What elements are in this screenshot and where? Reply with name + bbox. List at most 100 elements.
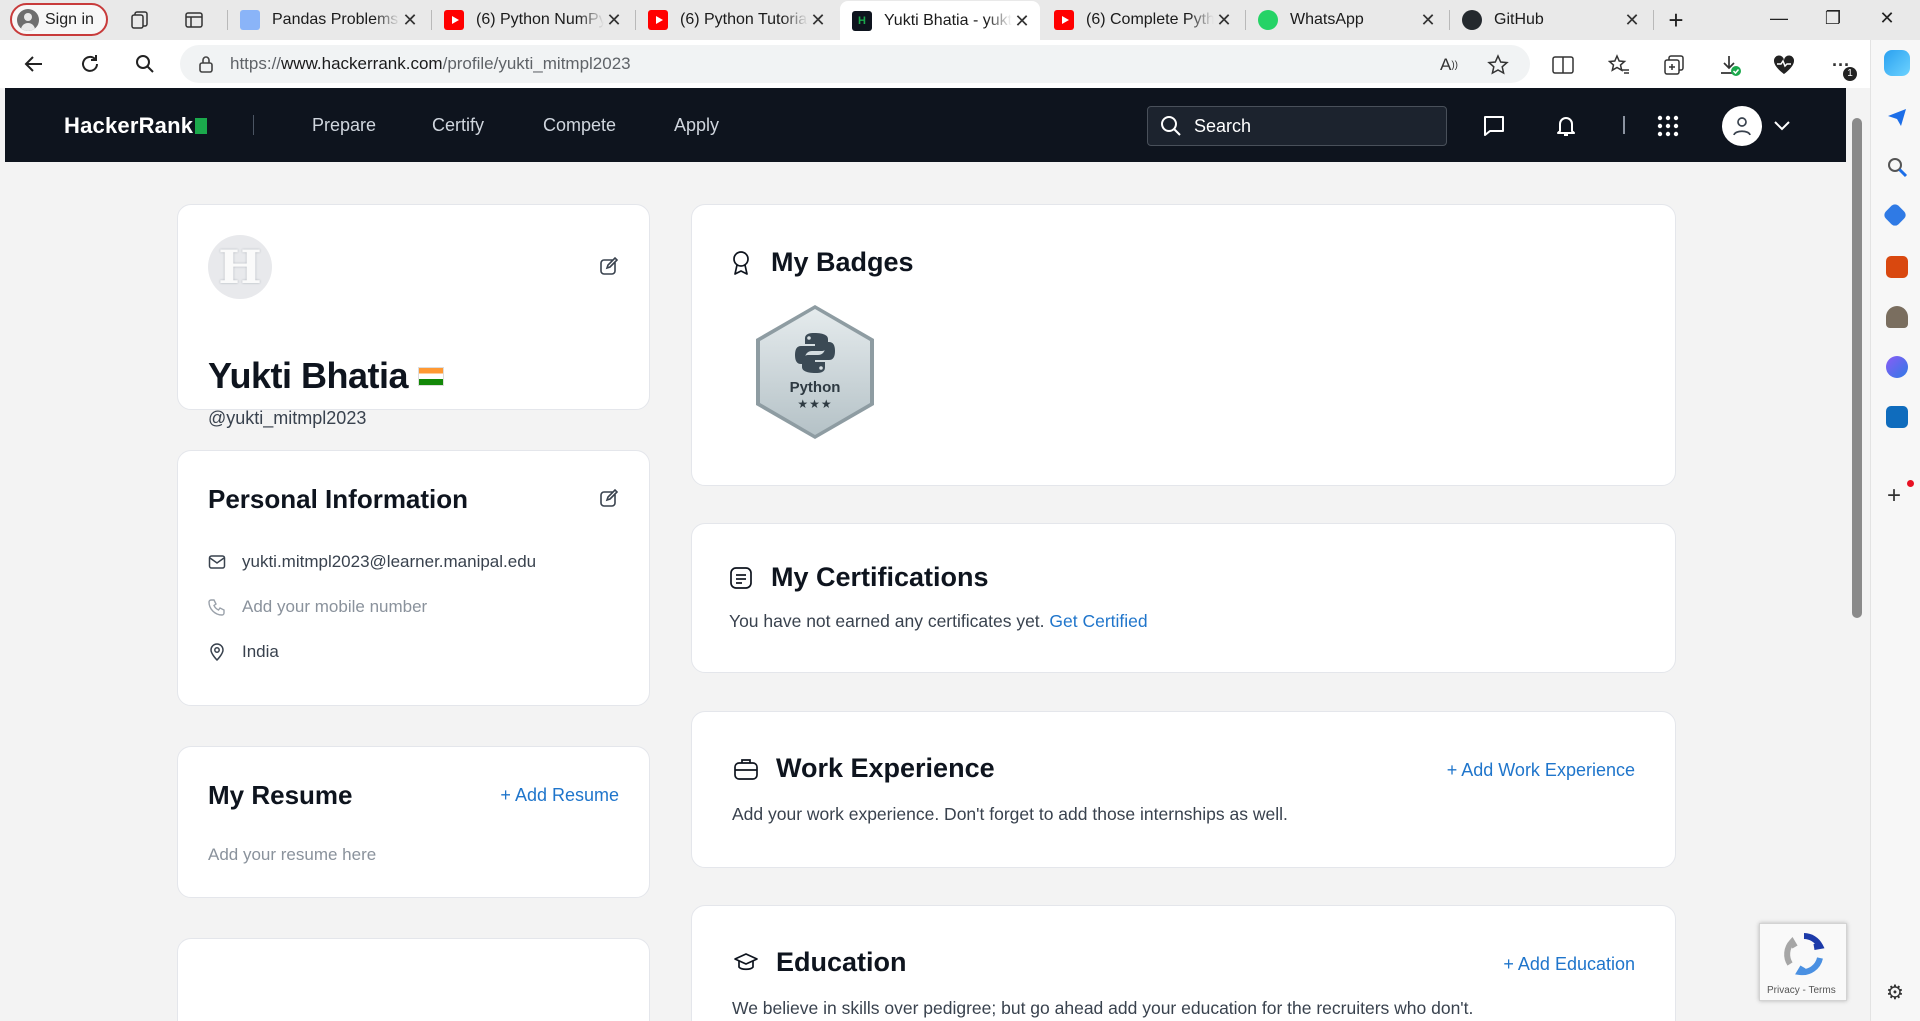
search-sidebar-icon[interactable] <box>1886 156 1908 178</box>
resume-placeholder: Add your resume here <box>208 845 377 864</box>
close-tab-icon[interactable]: ✕ <box>1418 10 1438 31</box>
profile-handle: @yukti_mitmpl2023 <box>208 408 367 428</box>
mobile-placeholder[interactable]: Add your mobile number <box>242 597 427 617</box>
restore-icon[interactable]: ❐ <box>1810 8 1856 29</box>
nav-certify[interactable]: Certify <box>432 115 484 136</box>
user-avatar[interactable] <box>1722 106 1762 146</box>
read-aloud-icon[interactable]: A)) <box>1436 52 1462 78</box>
new-tab-icon[interactable]: + <box>1664 5 1688 35</box>
copilot-icon[interactable] <box>1884 50 1910 76</box>
tab-actions-icon[interactable] <box>182 8 206 32</box>
hackerrank-logo[interactable]: HackerRank <box>64 113 208 139</box>
microsoft365-icon[interactable] <box>1886 356 1908 378</box>
personal-info-title: Personal Information <box>208 484 469 514</box>
reload-icon[interactable] <box>78 52 102 76</box>
apps-grid-icon[interactable] <box>1655 113 1681 139</box>
profile-name: Yukti Bhatia <box>208 355 445 397</box>
youtube-icon <box>648 10 668 30</box>
tab-whatsapp[interactable]: WhatsApp ✕ <box>1246 0 1446 40</box>
tab-github[interactable]: GitHub ✕ <box>1450 0 1650 40</box>
briefcase-icon <box>732 755 760 783</box>
badge-name: Python <box>789 379 841 396</box>
tools-icon[interactable] <box>1886 256 1908 278</box>
education-text: We believe in skills over pedigree; but … <box>732 998 1474 1018</box>
close-tab-icon[interactable]: ✕ <box>400 10 420 31</box>
scrollbar-thumb[interactable] <box>1852 118 1862 618</box>
nav-apply[interactable]: Apply <box>674 115 719 136</box>
outlook-icon[interactable] <box>1886 406 1908 428</box>
close-tab-icon[interactable]: ✕ <box>604 10 624 31</box>
education-card: Education + Add Education We believe in … <box>691 905 1676 1021</box>
browser-essentials-icon[interactable] <box>1771 52 1797 78</box>
close-window-icon[interactable]: ✕ <box>1864 8 1910 29</box>
location-row: India <box>208 642 279 662</box>
work-experience-title: Work Experience <box>732 753 995 784</box>
badge-stars: ★★★ <box>797 397 833 411</box>
work-experience-card: Work Experience + Add Work Experience Ad… <box>691 711 1676 868</box>
edit-personal-info-icon[interactable] <box>598 487 620 509</box>
avatar: H <box>208 235 272 299</box>
tab-hackerrank-profile[interactable]: H Yukti Bhatia - yukti ✕ <box>840 1 1040 41</box>
badges-title: My Badges <box>727 247 914 278</box>
close-tab-icon[interactable]: ✕ <box>1012 11 1032 32</box>
close-tab-icon[interactable]: ✕ <box>808 10 828 31</box>
youtube-icon <box>444 10 464 30</box>
favorite-star-icon[interactable] <box>1485 52 1511 78</box>
badges-card: My Badges Python ★★★ <box>691 204 1676 486</box>
india-flag-icon <box>418 366 445 386</box>
python-badge[interactable]: Python ★★★ <box>752 303 878 441</box>
mobile-row[interactable]: Add your mobile number <box>208 597 427 617</box>
nav-prepare[interactable]: Prepare <box>312 115 376 136</box>
gear-icon[interactable]: ⚙ <box>1886 980 1904 1005</box>
recaptcha-icon <box>1784 933 1825 976</box>
get-certified-link[interactable]: Get Certified <box>1049 611 1147 631</box>
address-bar-row: https://www.hackerrank.com/profile/yukti… <box>0 40 1920 88</box>
email-row: yukti.mitmpl2023@learner.manipal.edu <box>208 552 536 572</box>
messages-icon[interactable] <box>1481 113 1507 139</box>
profile-card: H Yukti Bhatia @yukti_mitmpl2023 <box>177 204 650 428</box>
tab-complete-python[interactable]: (6) Complete Pytho ✕ <box>1042 0 1242 40</box>
games-icon[interactable] <box>1886 306 1908 328</box>
notification-dot <box>1907 480 1914 487</box>
edit-profile-icon[interactable] <box>598 255 620 277</box>
add-resume-button[interactable]: + Add Resume <box>500 785 619 806</box>
search-box[interactable] <box>1147 106 1447 146</box>
favorites-icon[interactable] <box>1606 52 1632 78</box>
resume-title: My Resume <box>208 780 353 810</box>
recaptcha-badge[interactable]: Privacy - Terms <box>1759 923 1847 1001</box>
signin-button[interactable]: Sign in <box>10 3 108 36</box>
work-experience-text: Add your work experience. Don't forget t… <box>732 804 1288 824</box>
url-field[interactable]: https://www.hackerrank.com/profile/yukti… <box>180 45 1530 83</box>
add-sidebar-icon[interactable]: + <box>1887 482 1901 510</box>
edge-sidebar: + ⚙ <box>1870 40 1920 1021</box>
signin-label: Sign in <box>45 10 94 28</box>
search-icon <box>1160 115 1182 137</box>
close-tab-icon[interactable]: ✕ <box>1622 10 1642 31</box>
tab-python-tutorial[interactable]: (6) Python Tutorial ✕ <box>636 0 836 40</box>
split-screen-icon[interactable] <box>1550 52 1576 78</box>
search-input[interactable] <box>1194 115 1424 137</box>
notifications-bell-icon[interactable] <box>1553 113 1579 139</box>
next-card-partial <box>177 938 650 1021</box>
tab-python-numpy[interactable]: (6) Python NumPy ✕ <box>432 0 632 40</box>
certifications-card: My Certifications You have not earned an… <box>691 523 1676 673</box>
shopping-tag-icon[interactable] <box>1882 202 1908 228</box>
recaptcha-label[interactable]: Privacy - Terms <box>1767 985 1836 996</box>
downloads-icon[interactable] <box>1717 52 1743 78</box>
add-work-experience-button[interactable]: + Add Work Experience <box>1447 760 1635 781</box>
certifications-text: You have not earned any certificates yet… <box>729 611 1148 631</box>
tab-pandas-problems[interactable]: Pandas Problems: ✕ <box>228 0 428 40</box>
minimize-icon[interactable]: — <box>1756 8 1802 29</box>
send-icon[interactable] <box>1886 106 1908 128</box>
add-education-button[interactable]: + Add Education <box>1503 954 1635 975</box>
search-icon[interactable] <box>133 52 157 76</box>
nav-compete[interactable]: Compete <box>543 115 616 136</box>
back-icon[interactable] <box>22 52 46 76</box>
collections-icon[interactable] <box>1661 52 1687 78</box>
browser-tab-strip: Sign in Pandas Problems: ✕ (6) Python Nu… <box>0 0 1920 41</box>
chevron-down-icon[interactable] <box>1769 113 1795 139</box>
close-tab-icon[interactable]: ✕ <box>1214 10 1234 31</box>
profile-icon <box>17 8 39 31</box>
collections-icon[interactable] <box>128 8 152 32</box>
phone-icon <box>208 598 226 616</box>
